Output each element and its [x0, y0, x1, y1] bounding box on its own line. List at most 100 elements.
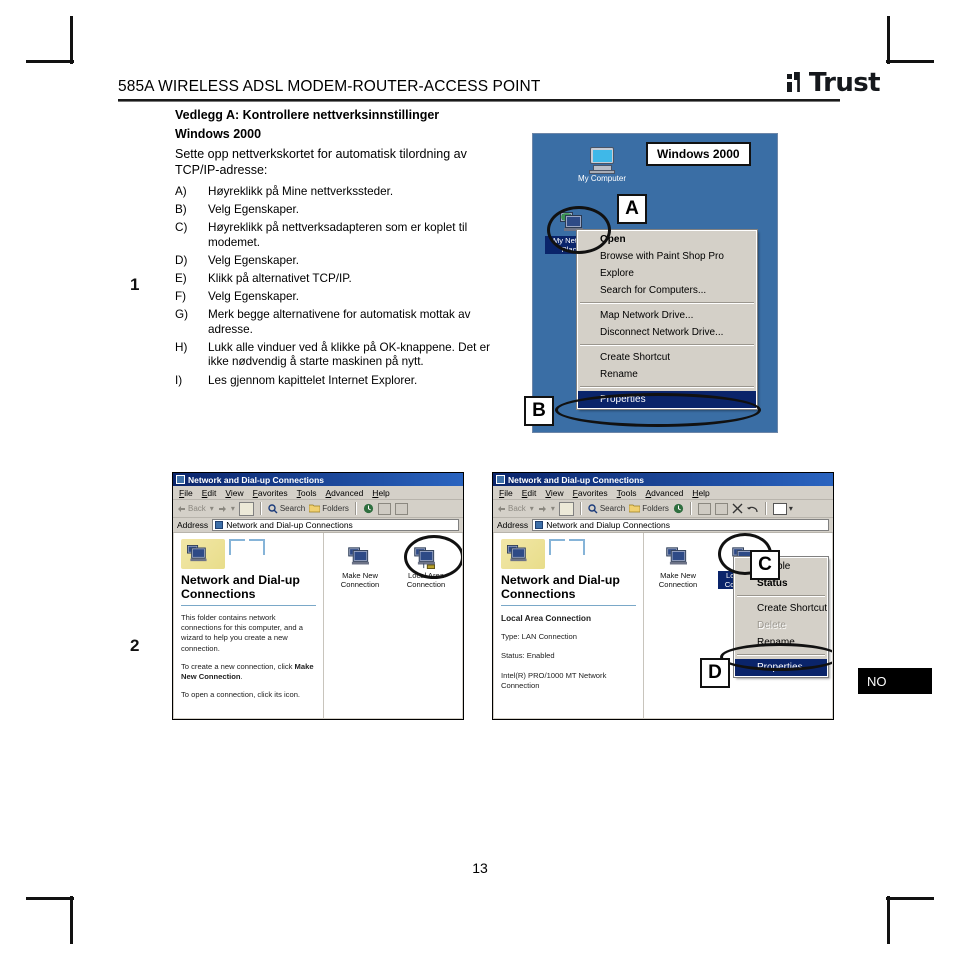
step-text: Høyreklikk på nettverksadapteren som er … — [208, 221, 468, 249]
up-folder-icon-right[interactable] — [558, 501, 574, 516]
item-make-new-connection[interactable]: Make New Connection — [334, 539, 386, 589]
desktop-icon-my-computer[interactable]: My Computer — [571, 140, 633, 183]
context-menu-item-delete: Delete — [757, 620, 786, 631]
window-left-titlebar: Network and Dial-up Connections — [173, 473, 463, 486]
margin-marker-2: 2 — [130, 636, 140, 655]
step-item: I) Les gjennom kapittelet Internet Explor… — [175, 374, 490, 389]
context-menu-item-rename[interactable]: Rename — [578, 366, 756, 383]
window-right-toolbar[interactable]: Back ▾ ▾ Search Folders ▾ — [493, 500, 833, 518]
step-label: H) — [175, 340, 188, 354]
sidepane-p2-pre: To create a new connection, click — [181, 661, 295, 671]
forward-arrow-icon[interactable] — [218, 505, 227, 513]
context-menu-item-status[interactable]: Status — [735, 575, 827, 592]
menu-item-tools[interactable]: Tools — [617, 488, 637, 498]
window-icon — [176, 475, 185, 484]
window-left-toolbar[interactable]: Back ▾ ▾ Search Folders — [173, 500, 463, 518]
context-menu-item-disconnect-network-drive[interactable]: Disconnect Network Drive... — [578, 324, 756, 341]
context-menu-item-map-network-drive[interactable]: Map Network Drive... — [578, 307, 756, 324]
window-icon-right — [496, 475, 505, 484]
menu-item-help[interactable]: Help — [692, 488, 709, 498]
sidepane-rule-right — [501, 605, 636, 606]
forward-dropdown-icon[interactable]: ▾ — [231, 504, 235, 513]
item-make-new-connection-right[interactable]: Make New Connection — [652, 539, 704, 589]
window-left-sidepane: Network and Dial-up Connections This fol… — [174, 533, 324, 718]
context-menu-item-create-shortcut[interactable]: Create Shortcut — [578, 349, 756, 366]
desktop-screenshot: My Computer Windows 2000 My Network Plac… — [532, 133, 778, 433]
my-computer-icon — [571, 140, 633, 174]
up-folder-icon[interactable] — [238, 501, 254, 516]
menu-item-help[interactable]: Help — [372, 488, 389, 498]
search-button[interactable]: Search — [268, 503, 305, 514]
forward-arrow-icon[interactable] — [538, 505, 547, 513]
step-text: Velg Egenskaper. — [208, 203, 299, 217]
margin-marker-1: 1 — [130, 275, 140, 294]
history-icon[interactable] — [363, 503, 374, 514]
menu-item-tools[interactable]: Tools — [297, 488, 317, 498]
step-item: A) Høyreklikk på Mine nettverkssteder. — [175, 185, 490, 200]
window-right-addressbar[interactable]: Address Network and Dialup Connections — [493, 518, 833, 533]
history-icon[interactable] — [673, 503, 684, 514]
address-input[interactable]: Network and Dial-up Connections — [212, 519, 459, 531]
context-menu-item-search-for-computers[interactable]: Search for Computers... — [578, 282, 756, 299]
menu-item-view[interactable]: View — [545, 488, 563, 498]
copy-to-icon-right[interactable] — [714, 502, 728, 515]
header-rule — [118, 99, 840, 102]
menu-item-favorites[interactable]: Favorites — [573, 488, 608, 498]
folders-button-right[interactable]: Folders — [629, 504, 669, 513]
trust-logo-word: Trust — [808, 68, 881, 98]
menu-item-advanced[interactable]: Advanced — [645, 488, 683, 498]
window-left-addressbar[interactable]: Address Network and Dial-up Connections — [173, 518, 463, 533]
callout-a: A — [617, 194, 647, 224]
delete-icon[interactable] — [732, 503, 743, 514]
copy-to-icon[interactable] — [394, 502, 408, 515]
window-left-menubar[interactable]: File Edit View Favorites Tools Advanced Help — [173, 486, 463, 500]
window-right: Network and Dial-up Connections File Edit… — [492, 472, 834, 720]
move-to-icon-right[interactable] — [697, 502, 711, 515]
step-item: D) Velg Egenskaper. — [175, 254, 490, 269]
views-button[interactable]: ▾ — [772, 502, 793, 515]
menu-item-file[interactable]: File — [179, 488, 193, 498]
move-to-icon[interactable] — [377, 502, 391, 515]
window-right-title: Network and Dial-up Connections — [508, 474, 645, 485]
back-dropdown-icon[interactable]: ▾ — [210, 504, 214, 513]
back-label-right: Back — [508, 504, 526, 513]
forward-dropdown-icon-right[interactable]: ▾ — [551, 504, 555, 513]
search-button-right[interactable]: Search — [588, 503, 625, 514]
step-list: A) Høyreklikk på Mine nettverkssteder. B) V… — [175, 185, 490, 392]
back-arrow-icon — [498, 505, 505, 512]
step-text: Velg Egenskaper. — [208, 290, 299, 304]
toolbar-separator-r3 — [764, 502, 767, 515]
window-left-title: Network and Dial-up Connections — [188, 474, 325, 485]
step-label: E) — [175, 271, 187, 285]
sidepane-title-right: Network and Dial-up Connections — [501, 573, 620, 601]
address-label-right: Address — [497, 520, 529, 530]
toolbar-separator-r1 — [579, 502, 582, 515]
back-arrow-icon — [178, 505, 185, 512]
desktop-context-menu[interactable]: Open Browse with Paint Shop Pro Explore Sea… — [576, 229, 758, 410]
step-text: Klikk på alternativet TCP/IP. — [208, 271, 352, 285]
undo-icon[interactable] — [747, 504, 759, 514]
window-right-client: Network and Dial-up Connections Local Ar… — [494, 533, 832, 718]
context-menu-item-explore[interactable]: Explore — [578, 265, 756, 282]
menu-item-advanced[interactable]: Advanced — [325, 488, 363, 498]
menu-item-file[interactable]: File — [499, 488, 513, 498]
sidepane-body: This folder contains network connections… — [181, 613, 316, 700]
context-menu-item-create-shortcut[interactable]: Create Shortcut — [735, 600, 827, 617]
step-label: I) — [175, 373, 183, 387]
menu-item-edit[interactable]: Edit — [522, 488, 537, 498]
menu-item-favorites[interactable]: Favorites — [253, 488, 288, 498]
back-button-right[interactable]: Back — [497, 504, 526, 513]
step-label: A) — [175, 185, 187, 198]
back-dropdown-icon-right[interactable]: ▾ — [530, 504, 534, 513]
folders-button[interactable]: Folders — [309, 504, 349, 513]
views-dropdown-icon[interactable]: ▾ — [789, 504, 793, 513]
language-badge: NO — [858, 668, 932, 694]
address-input-right[interactable]: Network and Dialup Connections — [532, 519, 829, 531]
menu-item-edit[interactable]: Edit — [202, 488, 217, 498]
menu-item-view[interactable]: View — [225, 488, 243, 498]
step-label: C) — [175, 221, 188, 235]
back-button[interactable]: Back — [177, 504, 206, 513]
window-right-menubar[interactable]: File Edit View Favorites Tools Advanced Help — [493, 486, 833, 500]
step-label: D) — [175, 253, 188, 267]
context-menu-item-browse-with-paint-shop-pro[interactable]: Browse with Paint Shop Pro — [578, 248, 756, 265]
